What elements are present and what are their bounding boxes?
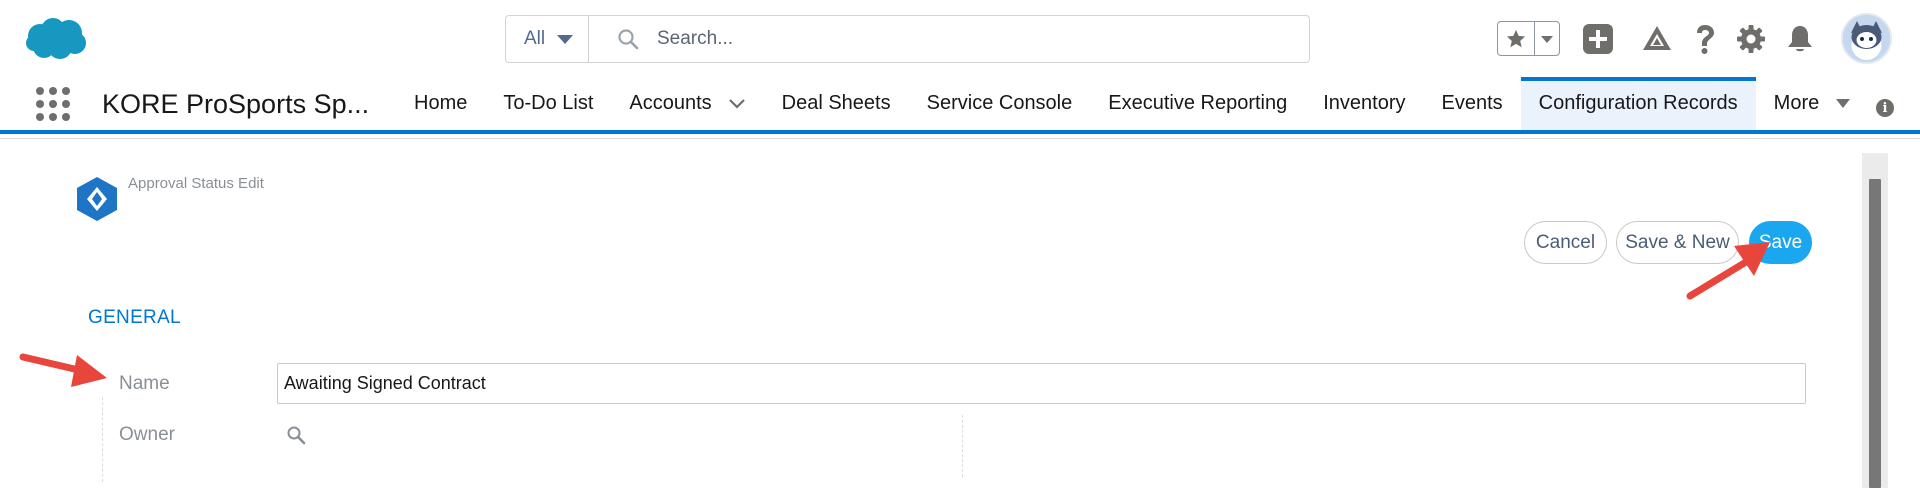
help-icon bbox=[1697, 25, 1714, 54]
configuration-record-icon bbox=[77, 177, 117, 221]
nav-item-label: To-Do List bbox=[503, 92, 594, 114]
nav-item-executive-reporting[interactable]: Executive Reporting bbox=[1090, 77, 1305, 130]
nav-item-service-console[interactable]: Service Console bbox=[909, 77, 1091, 130]
field-divider bbox=[102, 397, 103, 482]
trailhead-button[interactable] bbox=[1640, 22, 1674, 56]
nav-item-accounts[interactable]: Accounts bbox=[611, 77, 763, 130]
info-icon[interactable]: i bbox=[1876, 99, 1894, 117]
nav-item-home[interactable]: Home bbox=[396, 77, 485, 130]
setup-gear-icon bbox=[1737, 25, 1765, 53]
global-search: All bbox=[505, 15, 1310, 63]
page-title: Approval Status Edit bbox=[128, 175, 264, 192]
nav-item-label: Configuration Records bbox=[1538, 92, 1738, 114]
search-input[interactable] bbox=[657, 28, 1297, 50]
nav-items: Home To-Do List Accounts Deal Sheets Ser… bbox=[396, 77, 1869, 130]
caret-down-icon bbox=[557, 34, 574, 44]
favorites-button-group bbox=[1497, 21, 1560, 56]
notifications-button[interactable] bbox=[1783, 22, 1817, 56]
caret-down-icon bbox=[1541, 35, 1553, 43]
help-button[interactable] bbox=[1688, 22, 1722, 56]
search-icon bbox=[618, 29, 639, 50]
user-avatar[interactable] bbox=[1841, 13, 1892, 64]
search-scope-label: All bbox=[524, 28, 546, 49]
nav-item-more[interactable]: More bbox=[1756, 77, 1870, 130]
cancel-button[interactable]: Cancel bbox=[1524, 221, 1607, 264]
nav-item-label: Executive Reporting bbox=[1108, 92, 1288, 114]
nav-item-label: Deal Sheets bbox=[781, 92, 891, 114]
global-header: All bbox=[0, 0, 1920, 77]
nav-item-label: Service Console bbox=[926, 92, 1073, 114]
setup-button[interactable] bbox=[1734, 22, 1768, 56]
add-icon bbox=[1583, 24, 1613, 54]
annotation-arrow-icon bbox=[1686, 242, 1770, 300]
nav-item-label: More bbox=[1773, 92, 1820, 114]
nav-item-deal-sheets[interactable]: Deal Sheets bbox=[764, 77, 909, 130]
scrollbar-thumb[interactable] bbox=[1869, 179, 1881, 488]
search-field[interactable] bbox=[589, 16, 1309, 62]
astro-avatar-icon bbox=[1843, 15, 1890, 62]
salesforce-logo-icon[interactable] bbox=[24, 16, 88, 62]
chevron-down-icon[interactable] bbox=[728, 98, 746, 110]
record-edit-page: Approval Status Edit Cancel Save & New S… bbox=[0, 138, 1920, 488]
owner-lookup-search-icon[interactable] bbox=[286, 425, 306, 445]
search-scope-dropdown[interactable]: All bbox=[506, 16, 589, 62]
app-name: KORE ProSports Sp... bbox=[102, 89, 370, 119]
app-navigation-bar: KORE ProSports Sp... Home To-Do List Acc… bbox=[0, 77, 1920, 134]
name-input[interactable]: Awaiting Signed Contract bbox=[277, 363, 1806, 404]
name-field-label: Name bbox=[119, 373, 170, 394]
favorites-star-icon bbox=[1506, 29, 1526, 47]
nav-item-label: Home bbox=[414, 92, 468, 114]
app-launcher-icon[interactable] bbox=[36, 87, 70, 121]
owner-field-label: Owner bbox=[119, 424, 175, 445]
nav-item-label: Events bbox=[1441, 92, 1503, 114]
nav-item-label: Inventory bbox=[1323, 92, 1406, 114]
caret-down-icon bbox=[1836, 99, 1851, 108]
nav-item-events[interactable]: Events bbox=[1424, 77, 1521, 130]
trailhead-icon bbox=[1643, 26, 1671, 50]
nav-item-inventory[interactable]: Inventory bbox=[1305, 77, 1423, 130]
global-actions-button[interactable] bbox=[1581, 22, 1615, 56]
nav-item-to-do-list[interactable]: To-Do List bbox=[485, 77, 611, 130]
section-title-general: GENERAL bbox=[88, 307, 181, 328]
notifications-bell-icon bbox=[1788, 26, 1812, 52]
field-divider bbox=[962, 415, 963, 477]
nav-item-label: Accounts bbox=[629, 92, 712, 114]
nav-item-configuration-records[interactable]: Configuration Records bbox=[1520, 77, 1756, 130]
annotation-arrow-icon bbox=[19, 353, 107, 387]
favorites-list-button[interactable] bbox=[1535, 22, 1559, 55]
favorites-star-button[interactable] bbox=[1498, 22, 1535, 55]
